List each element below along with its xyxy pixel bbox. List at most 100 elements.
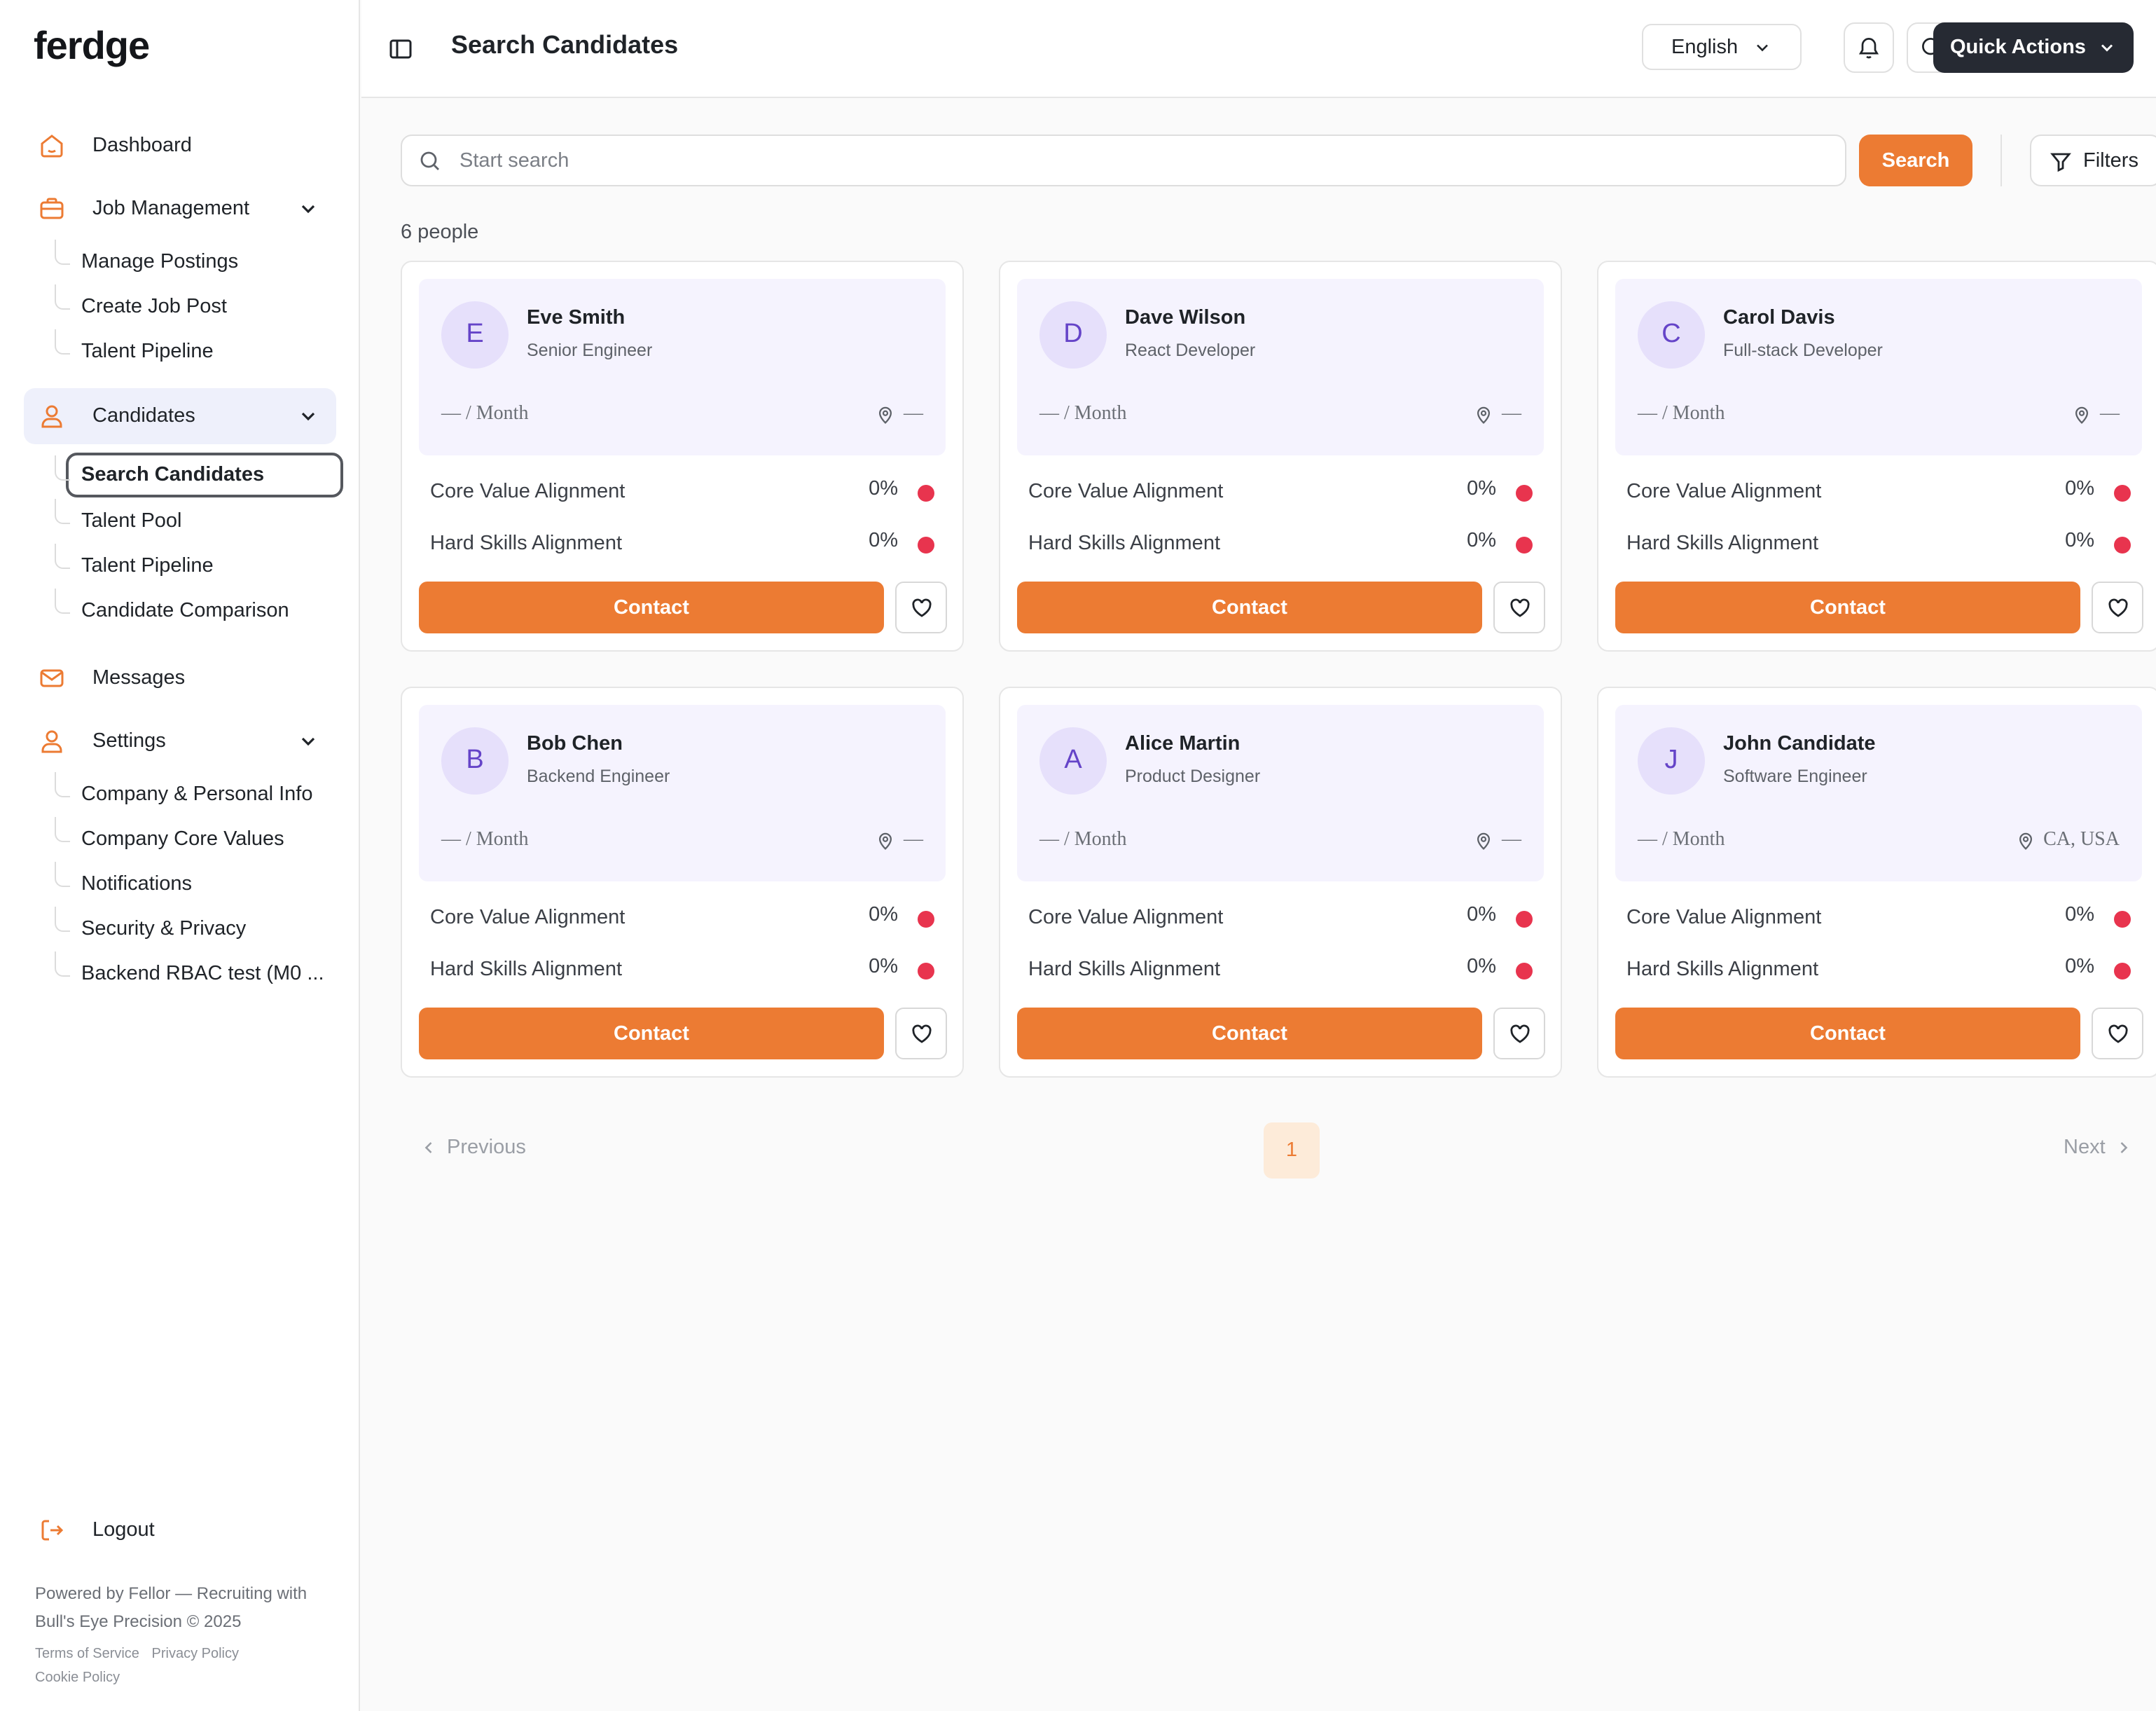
sidebar-subitem-backend-rbac-test[interactable]: Backend RBAC test (M0 ... bbox=[52, 951, 336, 996]
map-pin-icon bbox=[1477, 406, 1491, 424]
search-field[interactable] bbox=[401, 135, 1846, 186]
sidebar-toggle-icon[interactable] bbox=[387, 35, 415, 63]
favorite-button[interactable] bbox=[1493, 1008, 1545, 1059]
contact-button[interactable]: Contact bbox=[1017, 582, 1482, 633]
core-value-alignment-label: Core Value Alignment bbox=[430, 907, 626, 929]
chevron-down-icon[interactable] bbox=[297, 405, 319, 427]
briefcase-icon bbox=[38, 195, 66, 223]
previous-page-button[interactable]: Previous bbox=[419, 1136, 526, 1159]
candidate-card[interactable]: B Bob Chen Backend Engineer — / Month — … bbox=[401, 687, 964, 1078]
candidate-card-header: B Bob Chen Backend Engineer — / Month — bbox=[419, 705, 946, 881]
candidate-name[interactable]: Alice Martin bbox=[1125, 733, 1240, 755]
language-select[interactable]: English bbox=[1642, 24, 1802, 70]
candidate-role: Product Designer bbox=[1125, 767, 1261, 786]
location-value: — bbox=[904, 404, 923, 425]
sidebar-subitem-talent-pool[interactable]: Talent Pool bbox=[52, 499, 336, 544]
status-dot bbox=[2114, 911, 2131, 928]
chevron-down-icon[interactable] bbox=[297, 198, 319, 220]
hard-skills-alignment-label: Hard Skills Alignment bbox=[430, 532, 622, 555]
candidate-name[interactable]: Dave Wilson bbox=[1125, 307, 1245, 329]
sidebar-subitem-search-candidates[interactable]: Search Candidates bbox=[55, 453, 343, 497]
app-logo[interactable]: ferdge bbox=[34, 24, 150, 69]
sidebar-subitem-talent-pipeline[interactable]: Talent Pipeline bbox=[52, 544, 336, 589]
candidate-card[interactable]: E Eve Smith Senior Engineer — / Month — … bbox=[401, 261, 964, 652]
map-pin-icon bbox=[2019, 832, 2032, 850]
privacy-policy-link[interactable]: Privacy Policy bbox=[152, 1647, 240, 1662]
map-pin-icon bbox=[878, 406, 892, 424]
favorite-button[interactable] bbox=[895, 1008, 947, 1059]
divider bbox=[2000, 135, 2002, 186]
logout-button[interactable]: Logout bbox=[38, 1516, 155, 1544]
candidate-role: React Developer bbox=[1125, 341, 1256, 360]
avatar: J bbox=[1638, 727, 1705, 795]
heart-icon bbox=[1509, 1024, 1529, 1043]
candidate-card-header: E Eve Smith Senior Engineer — / Month — bbox=[419, 279, 946, 455]
candidate-card[interactable]: C Carol Davis Full-stack Developer — / M… bbox=[1597, 261, 2156, 652]
chevron-down-icon[interactable] bbox=[297, 730, 319, 753]
cookie-policy-link[interactable]: Cookie Policy bbox=[35, 1670, 120, 1686]
notifications-button[interactable] bbox=[1844, 22, 1894, 73]
page-title: Search Candidates bbox=[451, 31, 679, 59]
legal-links: Terms of Service Privacy Policy Cookie P… bbox=[35, 1642, 336, 1690]
status-dot bbox=[918, 963, 934, 980]
favorite-button[interactable] bbox=[895, 582, 947, 633]
terms-of-service-link[interactable]: Terms of Service bbox=[35, 1647, 139, 1662]
status-dot bbox=[918, 485, 934, 502]
page-number-current[interactable]: 1 bbox=[1264, 1122, 1320, 1179]
contact-button[interactable]: Contact bbox=[419, 1008, 884, 1059]
user-icon bbox=[38, 402, 66, 430]
sidebar-subitem-candidate-comparison[interactable]: Candidate Comparison bbox=[52, 589, 336, 633]
filters-button[interactable]: Filters bbox=[2030, 135, 2156, 186]
candidate-card[interactable]: A Alice Martin Product Designer — / Mont… bbox=[999, 687, 1562, 1078]
candidate-card-header: D Dave Wilson React Developer — / Month … bbox=[1017, 279, 1544, 455]
results-count: 6 people bbox=[401, 221, 479, 244]
sidebar-subitem-talent-pipeline[interactable]: Talent Pipeline bbox=[52, 329, 336, 374]
favorite-button[interactable] bbox=[1493, 582, 1545, 633]
sidebar-subitem-security-privacy[interactable]: Security & Privacy bbox=[52, 907, 336, 951]
previous-label: Previous bbox=[447, 1136, 526, 1159]
candidate-salary: — / Month bbox=[1638, 404, 1725, 425]
search-button[interactable]: Search bbox=[1859, 135, 1972, 186]
hard-skills-alignment-value: 0% bbox=[2065, 530, 2094, 552]
sidebar-item-candidates[interactable]: Candidates bbox=[24, 388, 336, 444]
contact-button[interactable]: Contact bbox=[1615, 1008, 2080, 1059]
sidebar-item-dashboard[interactable]: Dashboard bbox=[24, 118, 336, 174]
sidebar-subitem-company-core-values[interactable]: Company Core Values bbox=[52, 817, 336, 862]
favorite-button[interactable] bbox=[2092, 582, 2143, 633]
user-icon bbox=[38, 727, 66, 755]
sidebar-subitem-create-job-post[interactable]: Create Job Post bbox=[52, 284, 336, 329]
sidebar-item-messages[interactable]: Messages bbox=[24, 650, 336, 706]
candidate-card[interactable]: J John Candidate Software Engineer — / M… bbox=[1597, 687, 2156, 1078]
favorite-button[interactable] bbox=[2092, 1008, 2143, 1059]
core-value-alignment-label: Core Value Alignment bbox=[1626, 481, 1822, 503]
core-value-alignment-label: Core Value Alignment bbox=[1028, 481, 1224, 503]
sidebar-item-job-management[interactable]: Job Management bbox=[24, 181, 336, 237]
contact-button[interactable]: Contact bbox=[1017, 1008, 1482, 1059]
sidebar-subitem-company-personal-info[interactable]: Company & Personal Info bbox=[52, 772, 336, 817]
home-icon bbox=[38, 132, 66, 160]
next-page-button[interactable]: Next bbox=[2064, 1136, 2134, 1159]
sidebar-subitem-notifications[interactable]: Notifications bbox=[52, 862, 336, 907]
candidate-card[interactable]: D Dave Wilson React Developer — / Month … bbox=[999, 261, 1562, 652]
contact-button[interactable]: Contact bbox=[419, 582, 884, 633]
quick-actions-button[interactable]: Quick Actions bbox=[1933, 22, 2134, 73]
candidate-name[interactable]: John Candidate bbox=[1723, 733, 1876, 755]
core-value-alignment-value: 0% bbox=[1467, 904, 1496, 926]
map-pin-icon bbox=[1477, 832, 1491, 850]
candidate-name[interactable]: Carol Davis bbox=[1723, 307, 1835, 329]
location-value: — bbox=[2100, 404, 2120, 425]
status-dot bbox=[1516, 485, 1533, 502]
candidate-role: Software Engineer bbox=[1723, 767, 1867, 786]
candidate-role: Full-stack Developer bbox=[1723, 341, 1883, 360]
hard-skills-alignment-value: 0% bbox=[2065, 956, 2094, 978]
sidebar-item-settings[interactable]: Settings bbox=[24, 713, 336, 769]
candidate-card-header: A Alice Martin Product Designer — / Mont… bbox=[1017, 705, 1544, 881]
core-value-alignment-value: 0% bbox=[2065, 904, 2094, 926]
status-dot bbox=[918, 911, 934, 928]
search-input[interactable] bbox=[459, 149, 1804, 172]
sidebar-subitem-manage-postings[interactable]: Manage Postings bbox=[52, 240, 336, 284]
candidate-name[interactable]: Eve Smith bbox=[527, 307, 625, 329]
candidate-name[interactable]: Bob Chen bbox=[527, 733, 623, 755]
status-dot bbox=[2114, 537, 2131, 554]
contact-button[interactable]: Contact bbox=[1615, 582, 2080, 633]
